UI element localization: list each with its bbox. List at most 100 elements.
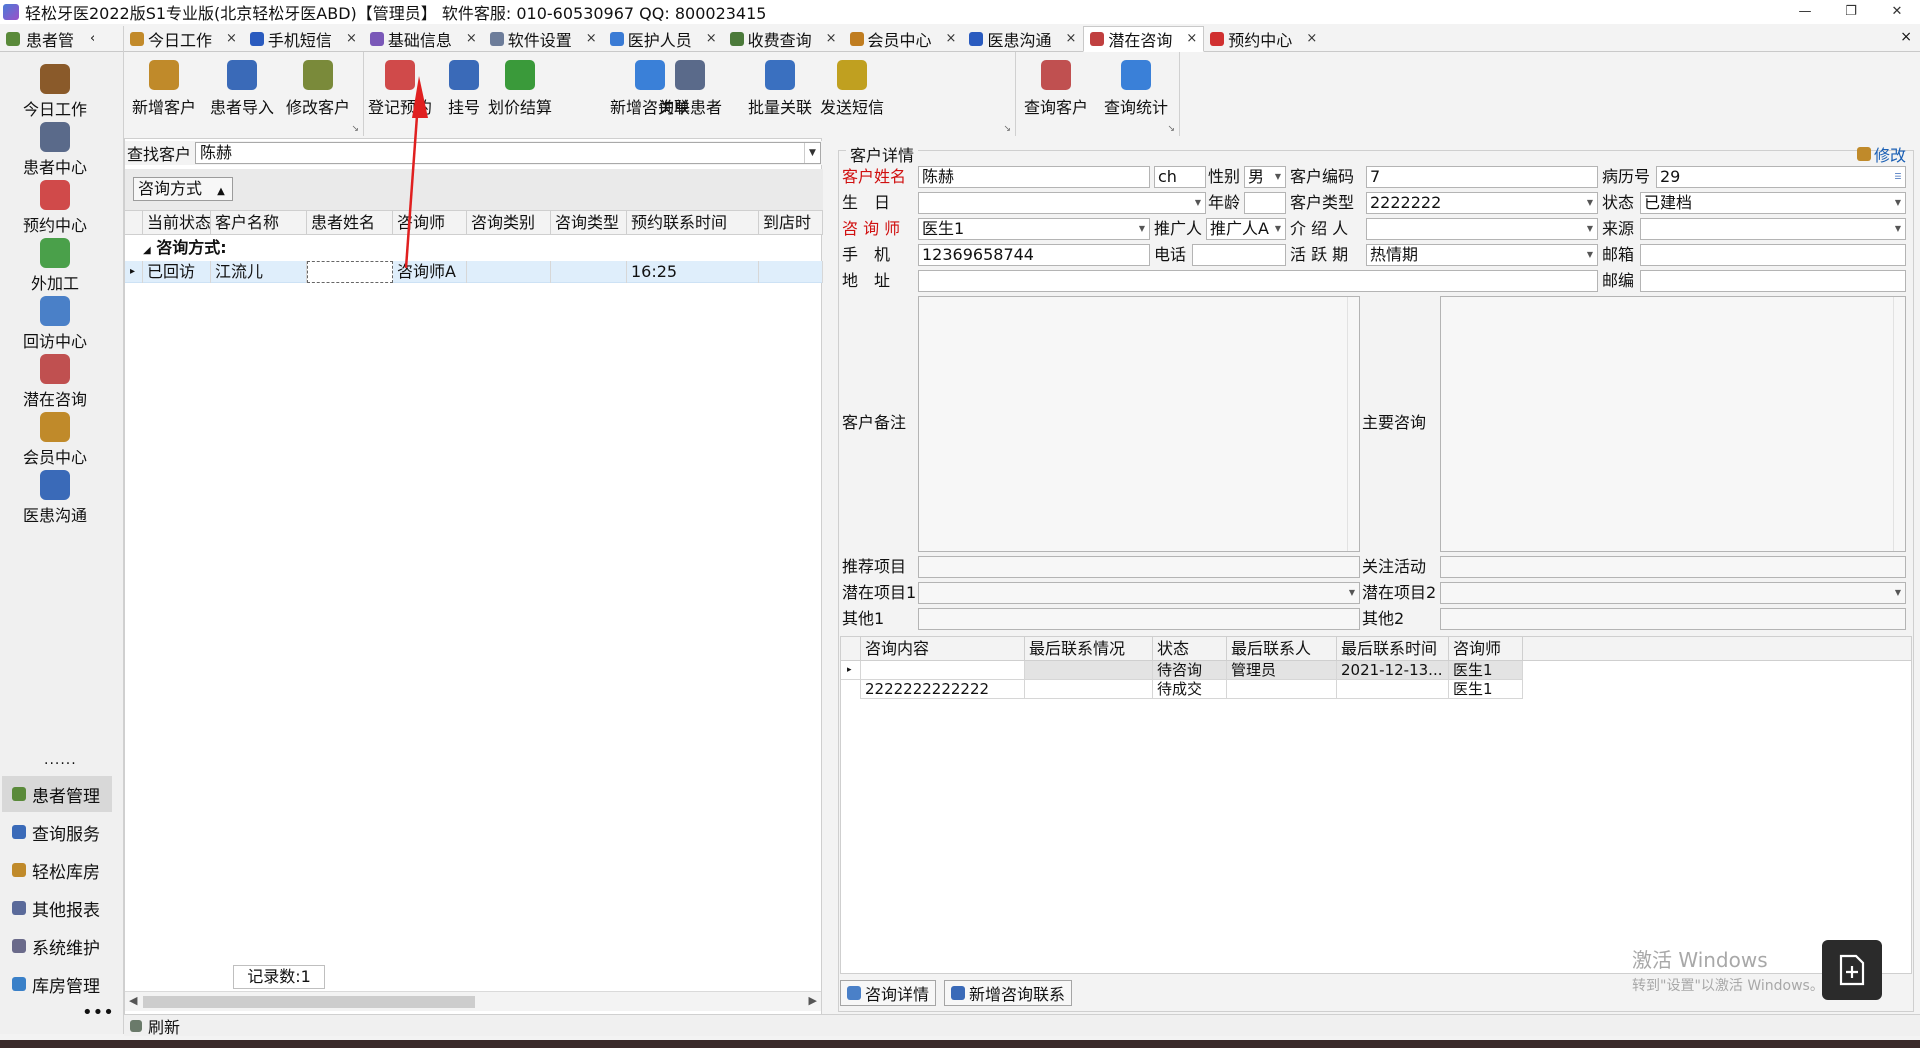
dropdown-arrow-icon[interactable]: ▼ <box>1891 583 1905 603</box>
close-window-button[interactable]: ✕ <box>1874 0 1920 24</box>
dropdown-arrow-icon[interactable]: ▼ <box>1891 219 1905 239</box>
column-header[interactable]: 最后联系人 <box>1227 637 1337 661</box>
tab-close-icon[interactable]: × <box>466 31 477 46</box>
active-period-select[interactable]: 热情期 ▼ <box>1366 244 1598 266</box>
ribbon-button[interactable]: 批量关联 <box>748 60 812 118</box>
tab-item[interactable]: 医护人员 × <box>604 26 724 52</box>
cell-patient[interactable] <box>307 261 393 283</box>
dropdown-arrow-icon[interactable]: ▼ <box>1345 583 1359 603</box>
promoter-select[interactable]: 推广人A ▼ <box>1206 218 1286 240</box>
tab-item[interactable]: 医患沟通 × <box>963 26 1083 52</box>
dropdown-arrow-icon[interactable]: ▼ <box>1191 193 1205 213</box>
ribbon-button[interactable]: 挂号 <box>448 60 480 118</box>
scroll-left-icon[interactable]: ◀ <box>129 994 137 1007</box>
edit-link[interactable]: 修改 <box>1856 142 1906 166</box>
ribbon-button[interactable]: 登记预约 <box>368 60 432 118</box>
column-header[interactable]: 当前状态 <box>143 211 211 235</box>
other1-field[interactable] <box>918 608 1360 630</box>
column-header[interactable]: 患者姓名 <box>307 211 393 235</box>
phone-field[interactable] <box>1192 244 1286 266</box>
dropdown-arrow-icon[interactable]: ▼ <box>1271 167 1285 187</box>
potential2-select[interactable]: ▼ <box>1440 582 1906 604</box>
name-field[interactable]: 陈赫 <box>918 166 1150 188</box>
code-field[interactable]: 7 <box>1366 166 1598 188</box>
ribbon-button[interactable]: 查询统计 <box>1104 60 1168 118</box>
rec-project-field[interactable] <box>918 556 1360 578</box>
ribbon-button[interactable]: 查询客户 <box>1024 60 1088 118</box>
remark-textarea[interactable] <box>918 296 1360 552</box>
sidebar-nav-item[interactable]: 潜在咨询 <box>0 348 110 409</box>
ribbon-button[interactable]: 划价结算 <box>488 60 552 118</box>
sidebar-nav-item[interactable]: 外加工 <box>0 232 110 293</box>
ribbon-button[interactable]: 关联患者 <box>658 60 722 118</box>
tab-close-icon[interactable]: × <box>706 31 717 46</box>
horizontal-scrollbar[interactable]: ◀ ▶ <box>125 991 821 1011</box>
sidebar-module-item[interactable]: 查询服务 <box>2 814 112 850</box>
group-launcher-icon[interactable]: ↘ <box>1003 124 1011 134</box>
sidebar-nav-item[interactable]: 回访中心 <box>0 290 110 351</box>
column-header[interactable]: 咨询师 <box>393 211 467 235</box>
tab-close-icon[interactable]: × <box>1065 31 1076 46</box>
table-row[interactable]: 2222222222222 待成交 医生1 <box>841 680 1581 699</box>
cust-type-select[interactable]: 2222222 ▼ <box>1366 192 1598 214</box>
sidebar-module-item[interactable]: 轻松库房 <box>2 852 112 888</box>
column-header[interactable]: 到店时 <box>759 211 823 235</box>
age-field[interactable] <box>1244 192 1286 214</box>
potential1-select[interactable]: ▼ <box>918 582 1360 604</box>
table-row[interactable]: ▸ 已回访 江流儿 咨询师A 16:25 <box>125 261 823 283</box>
dropdown-arrow-icon[interactable]: ▼ <box>1135 219 1149 239</box>
tab-item[interactable]: 基础信息 × <box>364 26 484 52</box>
tab-item[interactable]: 手机短信 × <box>244 26 364 52</box>
postcode-field[interactable] <box>1640 270 1906 292</box>
refresh-button[interactable]: 刷新 <box>148 1014 180 1038</box>
memo-scrollbar[interactable] <box>1893 297 1905 551</box>
sidebar-nav-item[interactable]: 患者中心 <box>0 116 110 177</box>
sidebar-module-item[interactable]: 系统维护 <box>2 928 112 964</box>
gender-select[interactable]: 男 ▼ <box>1244 166 1286 188</box>
collapse-sidebar-chevron-icon[interactable]: ‹ <box>90 31 95 46</box>
source-select[interactable]: ▼ <box>1640 218 1906 240</box>
record-no-field[interactable]: 29 ☰ <box>1656 166 1906 188</box>
ribbon-button[interactable]: 发送短信 <box>820 60 884 118</box>
scroll-right-icon[interactable]: ▶ <box>809 994 817 1007</box>
tab-close-icon[interactable]: × <box>946 31 957 46</box>
tab-item[interactable]: 潜在咨询 × <box>1083 25 1205 52</box>
sidebar-nav-item[interactable]: 预约中心 <box>0 174 110 235</box>
column-header[interactable]: 咨询类别 <box>467 211 551 235</box>
dropdown-arrow-icon[interactable]: ▼ <box>1583 219 1597 239</box>
tab-item[interactable]: 收费查询 × <box>724 26 844 52</box>
minimize-button[interactable]: — <box>1782 0 1828 24</box>
consultant-select[interactable]: 医生1 ▼ <box>918 218 1150 240</box>
close-all-tabs-icon[interactable]: × <box>1900 29 1912 45</box>
sidebar-nav-item[interactable]: 今日工作 <box>0 58 110 119</box>
column-header[interactable]: 最后联系情况 <box>1025 637 1153 661</box>
focus-activity-field[interactable] <box>1440 556 1906 578</box>
column-header[interactable]: 客户名称 <box>211 211 307 235</box>
dropdown-arrow-icon[interactable]: ▼ <box>1271 219 1285 239</box>
tab-close-icon[interactable]: × <box>1186 31 1197 46</box>
address-field[interactable] <box>918 270 1598 292</box>
tab-close-icon[interactable]: × <box>226 31 237 46</box>
scroll-thumb[interactable] <box>143 996 475 1008</box>
consult-detail-button[interactable]: 咨询详情 <box>840 980 937 1006</box>
add-consult-contact-button[interactable]: 新增咨询联系 <box>944 980 1073 1006</box>
dropdown-arrow-icon[interactable]: ▼ <box>804 143 820 163</box>
search-customer-combo[interactable]: 陈赫 ▼ <box>195 142 821 164</box>
ribbon-button[interactable]: 新增客户 <box>132 60 196 118</box>
sidebar-nav-item[interactable]: 医患沟通 <box>0 464 110 525</box>
list-icon[interactable]: ☰ <box>1891 167 1905 187</box>
tab-item[interactable]: 预约中心 × <box>1204 26 1324 52</box>
column-header[interactable]: 最后联系时间 <box>1337 637 1449 661</box>
sidebar-module-item[interactable]: 患者管理 <box>2 776 112 812</box>
expand-triangle-icon[interactable]: ◢ <box>143 245 151 256</box>
floating-add-note-button[interactable] <box>1822 940 1882 1000</box>
referrer-select[interactable]: ▼ <box>1366 218 1598 240</box>
sidebar-module-item[interactable]: 库房管理 <box>2 966 112 1002</box>
sidebar-nav-item[interactable]: 会员中心 <box>0 406 110 467</box>
column-header[interactable]: 预约联系时间 <box>627 211 759 235</box>
tab-close-icon[interactable]: × <box>346 31 357 46</box>
more-modules-icon[interactable]: ••• <box>82 1002 114 1023</box>
group-by-chip[interactable]: 咨询方式 ▲ <box>133 177 233 201</box>
group-launcher-icon[interactable]: ↘ <box>351 124 359 134</box>
tab-item[interactable]: 会员中心 × <box>844 26 964 52</box>
